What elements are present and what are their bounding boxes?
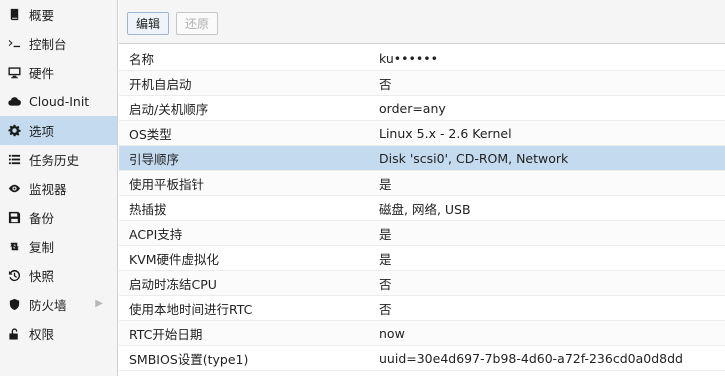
option-value: order=any (379, 100, 446, 116)
option-value: Disk 'scsi0', CD-ROM, Network (379, 150, 569, 166)
option-value: 是 (379, 251, 392, 267)
options-row-tablet-pointer[interactable]: 使用平板指针 是 (119, 171, 725, 196)
terminal-icon (7, 37, 21, 51)
sidebar-item-cloud-init[interactable]: Cloud-Init (0, 87, 117, 116)
sidebar-item-label: 防火墙 (29, 298, 67, 313)
option-key: 使用平板指针 (129, 176, 205, 192)
option-key: OS类型 (129, 126, 172, 142)
option-key: 开机自启动 (129, 76, 192, 92)
option-value: Linux 5.x - 2.6 Kernel (379, 125, 512, 141)
sidebar-item-label: 控制台 (29, 37, 67, 52)
sidebar-item-summary[interactable]: 概要 (0, 0, 117, 29)
option-key: RTC开始日期 (129, 326, 203, 342)
option-key: KVM硬件虚拟化 (129, 251, 220, 267)
revert-button[interactable]: 还原 (176, 12, 219, 35)
options-row-smbios[interactable]: SMBIOS设置(type1) uuid=30e4d697-7b98-4d60-… (119, 346, 725, 371)
option-value: 磁盘, 网络, USB (379, 201, 471, 217)
sidebar-item-permissions[interactable]: 权限 (0, 319, 117, 348)
retweet-icon (7, 240, 21, 254)
sidebar: 概要 控制台 硬件 Cloud-Init 选项 任务历史 监视器 备份 复制 快… (0, 0, 118, 376)
gear-icon (7, 124, 21, 138)
option-key: 启动时冻结CPU (129, 276, 217, 292)
sidebar-item-label: 监视器 (29, 182, 67, 197)
option-value: uuid=30e4d697-7b98-4d60-a72f-236cd0a0d8d… (379, 350, 683, 366)
desktop-icon (7, 66, 21, 80)
option-key: 名称 (129, 51, 155, 67)
sidebar-item-label: 快照 (29, 269, 55, 284)
options-grid: 名称 ku•••••• 开机自启动 否 启动/关机顺序 order=any OS… (119, 46, 725, 371)
sidebar-item-label: 选项 (29, 124, 55, 139)
option-value: 否 (379, 76, 392, 92)
history-icon (7, 269, 21, 283)
sidebar-item-hardware[interactable]: 硬件 (0, 58, 117, 87)
book-icon (7, 8, 21, 22)
options-row-startup-order[interactable]: 启动/关机顺序 order=any (119, 96, 725, 121)
options-row-boot-order[interactable]: 引导顺序 Disk 'scsi0', CD-ROM, Network (119, 146, 725, 171)
sidebar-item-label: 权限 (29, 327, 55, 342)
options-row-name[interactable]: 名称 ku•••••• (119, 46, 725, 71)
option-key: 引导顺序 (129, 151, 180, 167)
option-key: ACPI支持 (129, 226, 183, 242)
option-key: 热插拔 (129, 201, 167, 217)
sidebar-item-label: 复制 (29, 240, 55, 255)
sidebar-item-label: 任务历史 (29, 153, 80, 168)
sidebar-item-firewall[interactable]: 防火墙 ▶ (0, 290, 117, 319)
options-row-localtime[interactable]: 使用本地时间进行RTC 否 (119, 296, 725, 321)
option-key: 使用本地时间进行RTC (129, 301, 253, 317)
option-key: SMBIOS设置(type1) (129, 351, 249, 367)
options-row-onboot[interactable]: 开机自启动 否 (119, 71, 725, 96)
options-panel: 编辑 还原 名称 ku•••••• 开机自启动 否 启动/关机顺序 order=… (119, 0, 725, 376)
unlock-icon (7, 327, 21, 341)
chevron-right-icon[interactable]: ▶ (95, 298, 103, 309)
option-value: 是 (379, 176, 392, 192)
sidebar-item-label: 硬件 (29, 66, 55, 81)
sidebar-item-monitor[interactable]: 监视器 (0, 174, 117, 203)
sidebar-item-label: Cloud-Init (29, 94, 90, 109)
options-row-freeze-cpu[interactable]: 启动时冻结CPU 否 (119, 271, 725, 296)
sidebar-item-task-history[interactable]: 任务历史 (0, 145, 117, 174)
sidebar-item-console[interactable]: 控制台 (0, 29, 117, 58)
list-icon (7, 153, 21, 167)
options-row-rtc-start-date[interactable]: RTC开始日期 now (119, 321, 725, 346)
sidebar-item-label: 概要 (29, 8, 55, 23)
eye-icon (7, 182, 21, 196)
floppy-icon (7, 211, 21, 225)
option-value: ku•••••• (379, 50, 439, 66)
sidebar-item-snapshots[interactable]: 快照 (0, 261, 117, 290)
edit-button[interactable]: 编辑 (127, 12, 170, 35)
shield-icon (7, 298, 21, 312)
sidebar-item-options[interactable]: 选项 (0, 116, 117, 145)
sidebar-item-backup[interactable]: 备份 (0, 203, 117, 232)
option-key: 启动/关机顺序 (129, 101, 209, 117)
options-row-os-type[interactable]: OS类型 Linux 5.x - 2.6 Kernel (119, 121, 725, 146)
option-value: 否 (379, 276, 392, 292)
options-row-hotplug[interactable]: 热插拔 磁盘, 网络, USB (119, 196, 725, 221)
toolbar: 编辑 还原 (119, 0, 725, 44)
sidebar-item-label: 备份 (29, 211, 55, 226)
cloud-icon (7, 95, 21, 109)
option-value: 否 (379, 301, 392, 317)
option-value: 是 (379, 226, 392, 242)
options-row-acpi[interactable]: ACPI支持 是 (119, 221, 725, 246)
options-row-kvm[interactable]: KVM硬件虚拟化 是 (119, 246, 725, 271)
sidebar-item-replication[interactable]: 复制 (0, 232, 117, 261)
option-value: now (379, 325, 405, 341)
